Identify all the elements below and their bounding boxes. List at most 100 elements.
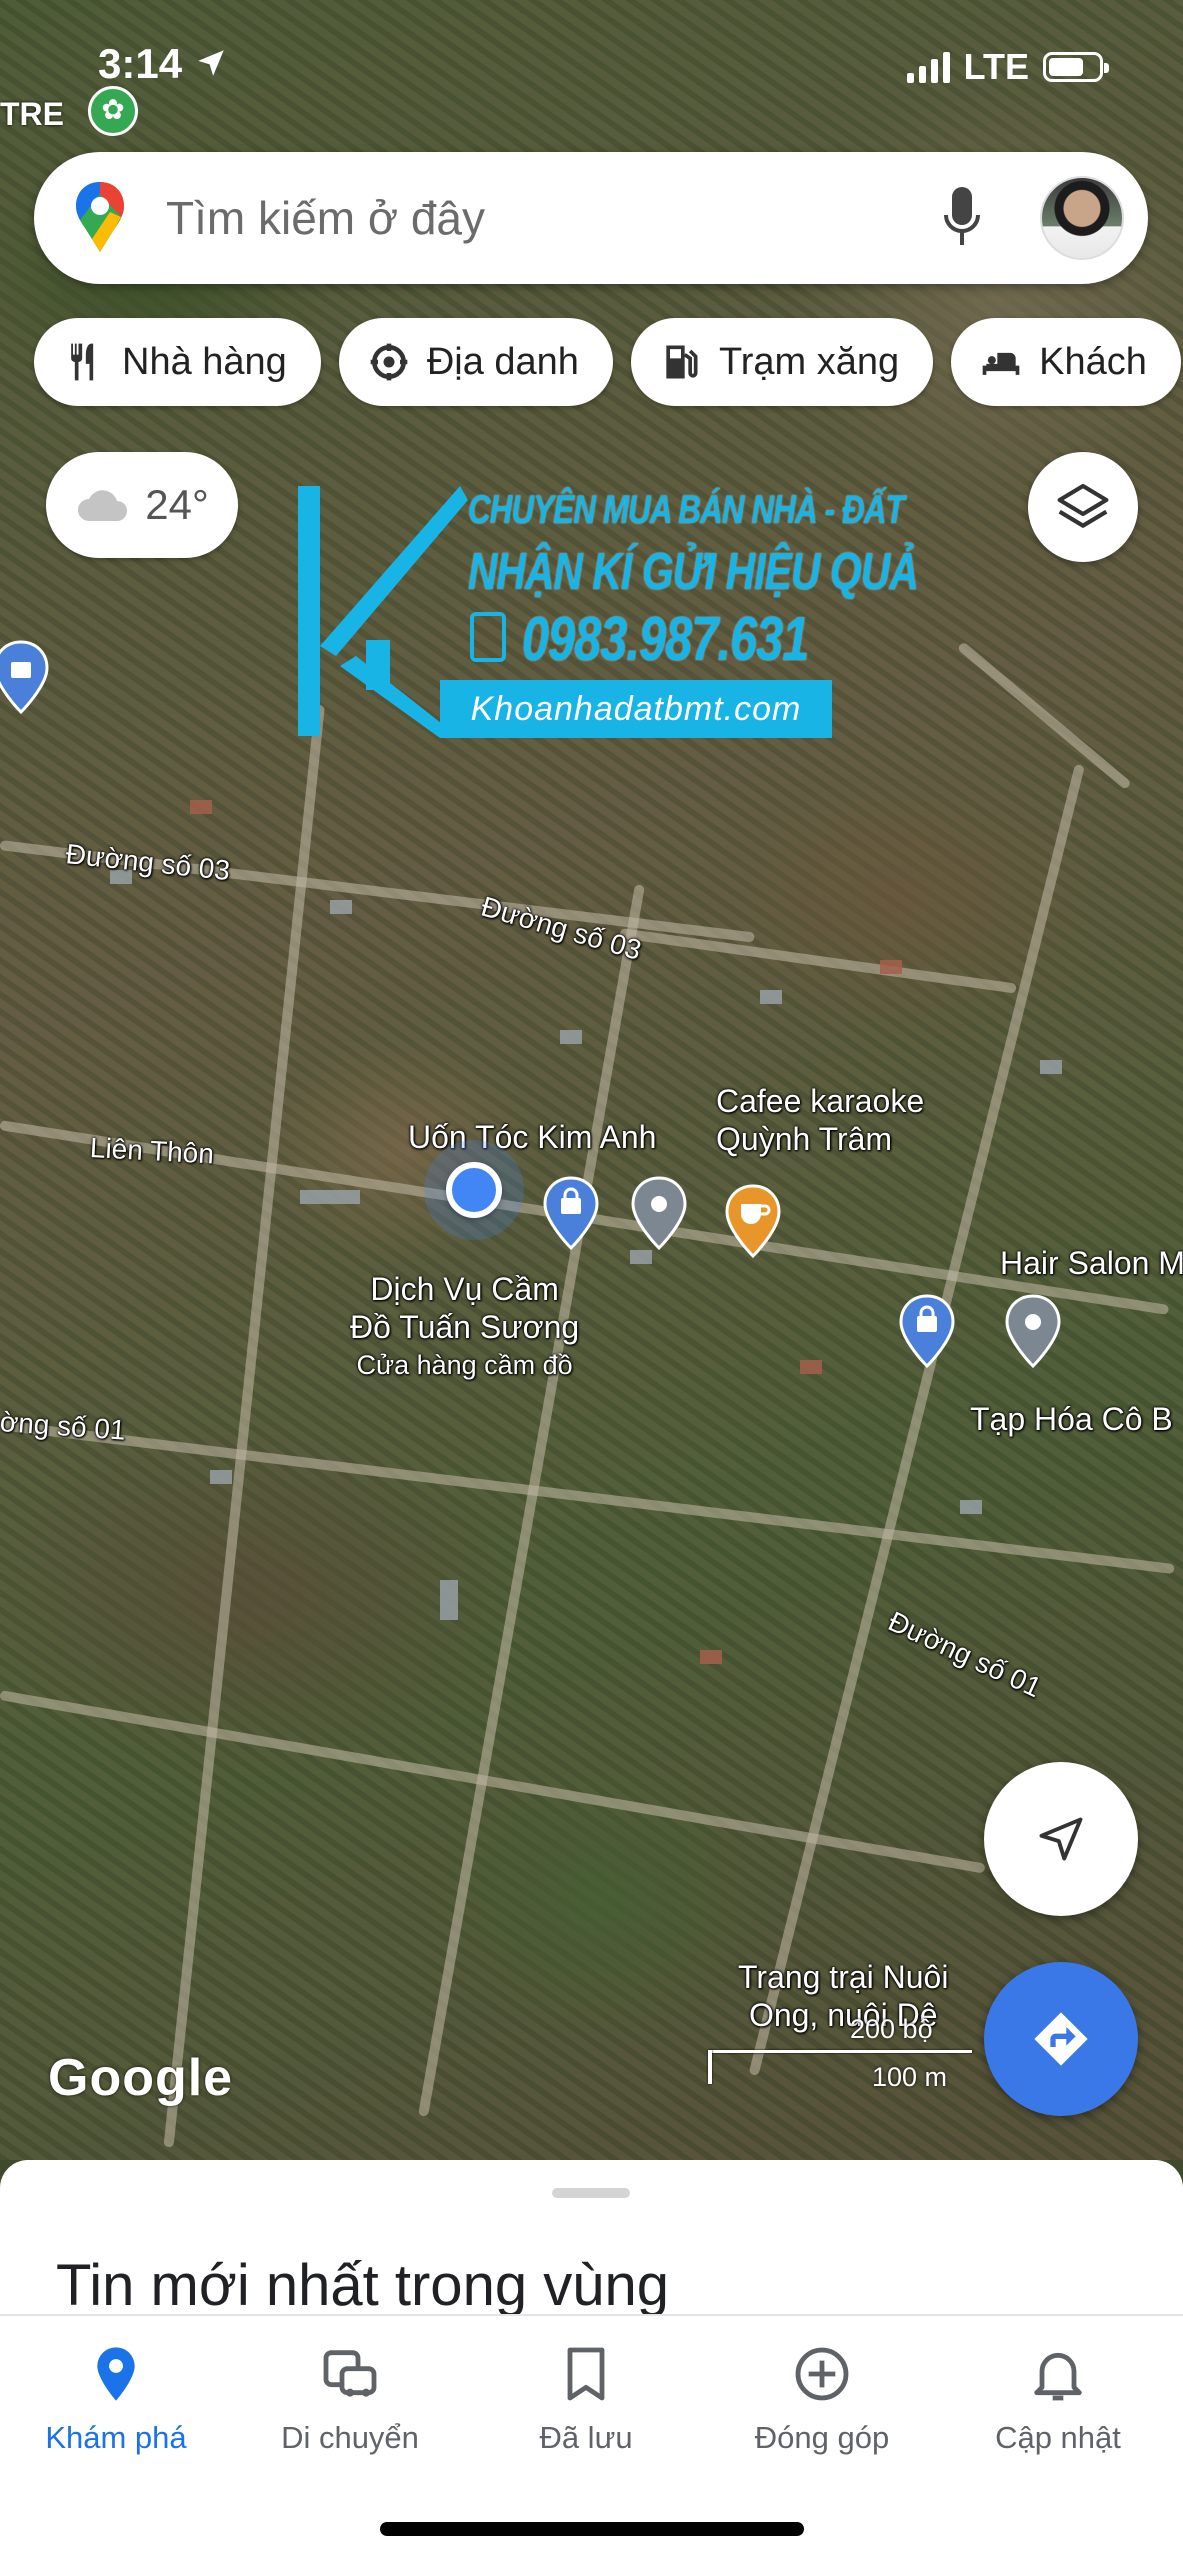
- watermark-line2: NHẬN KÍ GỬI HIỆU QUẢ: [468, 543, 919, 601]
- street-label: ờng số 01: [0, 1406, 127, 1446]
- nav-explore[interactable]: Khám phá: [6, 2342, 226, 2456]
- search-bar[interactable]: Tìm kiếm ở đây: [34, 152, 1148, 284]
- scale-m: 100 m: [872, 2062, 948, 2092]
- cloud-icon: [78, 490, 128, 521]
- poi-label-tre[interactable]: TRE: [0, 96, 64, 133]
- chip-label: Khách: [1039, 340, 1147, 383]
- phone-icon: [470, 612, 506, 662]
- building: [190, 800, 212, 814]
- scale-bar: [710, 2050, 972, 2053]
- building: [330, 900, 352, 914]
- building: [560, 1030, 582, 1044]
- street-label: Đường số 01: [883, 1605, 1047, 1704]
- chip-hotel[interactable]: Khách: [951, 318, 1181, 406]
- watermark-phone: 0983.987.631: [522, 605, 809, 674]
- battery-icon: [1043, 52, 1109, 82]
- building: [960, 1500, 982, 1514]
- status-bar: 3:14 LTE: [0, 0, 1183, 130]
- microphone-icon[interactable]: [940, 183, 984, 253]
- home-indicator[interactable]: [380, 2522, 804, 2536]
- hotel-icon: [982, 351, 1020, 375]
- building: [630, 1250, 652, 1264]
- avatar[interactable]: [1040, 176, 1124, 260]
- nav-label: Khám phá: [45, 2420, 187, 2455]
- status-time: 3:14: [98, 40, 228, 88]
- search-input[interactable]: Tìm kiếm ở đây: [166, 191, 940, 245]
- place-pin-icon[interactable]: [630, 1176, 688, 1250]
- chip-restaurant[interactable]: Nhà hàng: [34, 318, 321, 406]
- street-label: Liên Thôn: [89, 1132, 215, 1170]
- network-type: LTE: [963, 46, 1029, 87]
- watermark-line1: CHUYÊN MUA BÁN NHÀ - ĐẤT: [468, 488, 905, 532]
- weather-temperature: 24°: [145, 481, 209, 528]
- place-pin-icon[interactable]: [1004, 1294, 1062, 1368]
- shopping-pin-icon[interactable]: [542, 1176, 600, 1250]
- place-label-cafe[interactable]: Cafee karaoke Quỳnh Trâm: [716, 1082, 924, 1158]
- bookmark-icon: [567, 2347, 605, 2401]
- directions-button[interactable]: [984, 1962, 1138, 2116]
- category-chips: Nhà hàng Địa danh Trạm xăng Khách: [34, 318, 1181, 406]
- place-label-grocery[interactable]: Tạp Hóa Cô B: [970, 1400, 1173, 1438]
- my-location-button[interactable]: [984, 1762, 1138, 1916]
- nav-updates[interactable]: Cập nhật: [948, 2342, 1168, 2456]
- building: [210, 1470, 232, 1484]
- watermark-url: Khoanhadatbmt.com: [440, 680, 832, 738]
- google-maps-pin-icon: [76, 182, 124, 252]
- place-label-uon-toc-kim-anh[interactable]: Uốn Tóc Kim Anh: [408, 1118, 656, 1156]
- nav-label: Đã lưu: [539, 2420, 633, 2455]
- building: [760, 990, 782, 1004]
- cellular-signal-icon: [906, 51, 950, 83]
- farm-name-line1: Trang trại Nuôi: [738, 1959, 949, 1995]
- scale-tick: [708, 2050, 712, 2084]
- nav-commute[interactable]: Di chuyển: [240, 2342, 460, 2456]
- chip-label: Trạm xăng: [718, 340, 900, 383]
- explore-pin-icon: [97, 2347, 135, 2401]
- road: [0, 1420, 1175, 1575]
- road: [619, 928, 1017, 994]
- landmark-icon: [370, 343, 408, 381]
- add-circle-icon: [795, 2347, 849, 2401]
- chip-landmark[interactable]: Địa danh: [338, 318, 613, 406]
- pawn-name-line2: Đồ Tuấn Sương: [350, 1309, 580, 1345]
- navigation-arrow-icon: [1039, 1817, 1083, 1861]
- building: [1040, 1060, 1062, 1074]
- current-location-dot: [446, 1162, 502, 1218]
- building: [880, 960, 902, 974]
- pawn-category: Cửa hàng cầm đồ: [356, 1350, 573, 1380]
- place-label-hair-salon[interactable]: Hair Salon M: [1000, 1244, 1183, 1282]
- chip-gas-station[interactable]: Trạm xăng: [630, 318, 934, 406]
- layers-icon: [1057, 483, 1109, 528]
- shopping-pin-icon[interactable]: [0, 640, 50, 714]
- building: [700, 1650, 722, 1664]
- nav-label: Di chuyển: [281, 2420, 419, 2455]
- building: [300, 1190, 360, 1204]
- location-arrow-icon: [197, 50, 224, 76]
- cafe-name-line1: Cafee karaoke: [716, 1083, 925, 1119]
- real-estate-watermark: CHUYÊN MUA BÁN NHÀ - ĐẤT NHẬN KÍ GỬI HIỆ…: [290, 476, 919, 742]
- nav-contribute[interactable]: Đóng góp: [712, 2342, 932, 2456]
- directions-icon: [1034, 2012, 1088, 2066]
- pawn-name-line1: Dịch Vụ Cầm: [370, 1271, 559, 1307]
- nav-saved[interactable]: Đã lưu: [476, 2342, 696, 2456]
- shopping-pin-icon[interactable]: [898, 1294, 956, 1368]
- status-indicators: LTE: [906, 46, 1109, 88]
- place-label-pawn-shop[interactable]: Dịch Vụ Cầm Đồ Tuấn Sương Cửa hàng cầm đ…: [350, 1270, 579, 1384]
- bell-icon: [1034, 2352, 1082, 2401]
- cafe-pin-icon[interactable]: [724, 1184, 782, 1258]
- park-pin-icon[interactable]: ✿: [88, 86, 138, 136]
- sheet-title: Tin mới nhất trong vùng: [56, 2253, 669, 2318]
- scale-ft: 200 bộ: [850, 2014, 933, 2044]
- chip-label: Địa danh: [426, 340, 579, 383]
- cafe-name-line2: Quỳnh Trâm: [716, 1121, 893, 1157]
- nav-label: Đóng góp: [754, 2420, 890, 2455]
- road: [956, 641, 1132, 791]
- chip-label: Nhà hàng: [122, 340, 287, 383]
- weather-badge[interactable]: 24°: [46, 452, 238, 558]
- gas-station-icon: [666, 345, 698, 379]
- street-label: Đường số 03: [477, 890, 645, 966]
- street-label: Đường số 03: [64, 838, 232, 887]
- building: [800, 1360, 822, 1374]
- sheet-drag-handle[interactable]: [552, 2188, 630, 2198]
- road: [163, 704, 325, 2148]
- layers-button[interactable]: [1028, 452, 1138, 562]
